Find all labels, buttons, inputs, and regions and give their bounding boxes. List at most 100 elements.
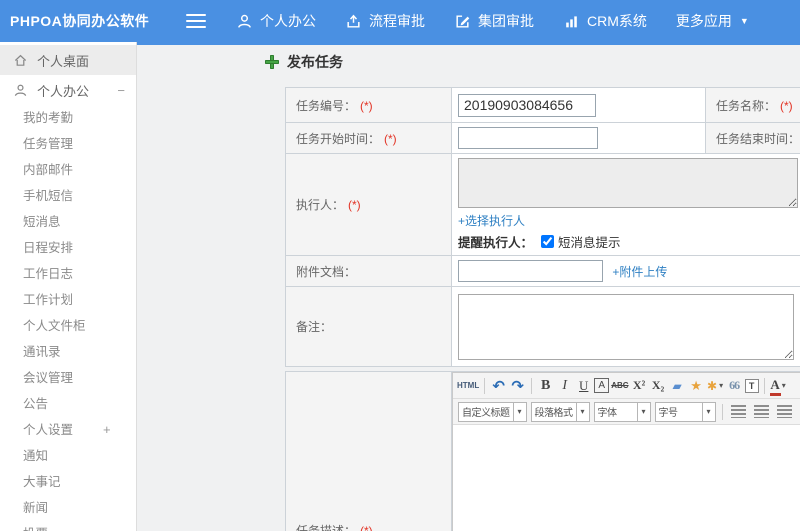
sidebar-item-个人文件柜[interactable]: 个人文件柜 (0, 313, 136, 339)
font-family-select[interactable]: 字体 ▾ (593, 401, 651, 422)
sidebar-item-label: 通讯录 (23, 345, 61, 359)
top-navbar: PHPOA协同办公软件 个人办公 流程审批 集团审批 CRM系统 更多应用 ▼ (0, 0, 800, 42)
redo-icon[interactable]: ↷ (509, 376, 526, 396)
sidebar-item-日程安排[interactable]: 日程安排 (0, 235, 136, 261)
sidebar-item-label: 个人设置 (23, 423, 74, 437)
font-color-button[interactable]: A ▾ (769, 375, 787, 396)
sidebar-item-label: 个人文件柜 (23, 319, 86, 333)
sidebar-item-个人桌面[interactable]: 个人桌面 (0, 45, 136, 75)
attachment-upload-link[interactable]: +附件上传 (612, 263, 667, 280)
sidebar-item-工作日志[interactable]: 工作日志 (0, 261, 136, 287)
italic-button[interactable]: I (556, 376, 573, 396)
note-label: 备注： (296, 320, 333, 334)
font-size-select[interactable]: 字号 ▾ (654, 401, 716, 422)
sidebar-item-公告[interactable]: 公告 (0, 391, 136, 417)
editor-content-area[interactable] (453, 425, 800, 531)
align-center-icon[interactable] (753, 405, 769, 418)
sms-remind-checkbox[interactable] (541, 235, 555, 248)
sidebar-item-手机短信[interactable]: 手机短信 (0, 183, 136, 209)
highlight-a-button[interactable]: A (594, 378, 610, 393)
sidebar-item-大事记[interactable]: 大事记 (0, 469, 136, 495)
required-mark: (*) (384, 131, 397, 146)
choose-executor-link[interactable]: +选择执行人 (458, 212, 525, 229)
nav-item-集团审批[interactable]: 集团审批 (454, 0, 534, 42)
custom-title-select[interactable]: 自定义标题 ▾ (458, 401, 527, 422)
eraser-icon[interactable]: ▰ (669, 376, 686, 396)
note-textarea[interactable] (458, 293, 794, 360)
user-icon (13, 83, 28, 98)
required-mark: (*) (360, 524, 373, 531)
toolbar-separator (721, 403, 723, 420)
bold-button[interactable]: B (537, 376, 554, 396)
app-brand: PHPOA协同办公软件 (10, 13, 150, 29)
caret-down-icon: ▾ (701, 402, 715, 421)
superscript-button[interactable]: X² (631, 376, 648, 396)
chart-icon (563, 13, 580, 30)
caret-down-icon: ▾ (512, 402, 526, 421)
sidebar-item-新闻[interactable]: 新闻 (0, 495, 136, 521)
executor-textarea[interactable] (458, 158, 798, 208)
nav-item-label: 流程审批 (369, 13, 425, 29)
nav-item-label: 个人办公 (260, 13, 316, 29)
attachment-label: 附件文档： (296, 264, 357, 279)
undo-icon[interactable]: ↶ (490, 376, 507, 396)
toolbar-separator (763, 377, 765, 394)
user-icon (236, 13, 253, 30)
collapse-icon[interactable]: − (117, 83, 125, 98)
nav-item-个人办公[interactable]: 个人办公 (236, 0, 316, 42)
html-source-button[interactable]: HTML (457, 376, 479, 396)
format-brush-icon[interactable]: ★ (688, 376, 705, 396)
table-row: 附件文档： +附件上传 (285, 255, 800, 287)
expand-icon[interactable]: + (103, 417, 111, 443)
sidebar-item-label: 工作日志 (23, 267, 74, 281)
sidebar-item-label: 日程安排 (23, 241, 74, 255)
underline-button[interactable]: U (575, 376, 592, 396)
attachment-input[interactable] (458, 260, 603, 282)
select-label: 字号 (658, 408, 679, 419)
align-right-icon[interactable] (776, 405, 792, 418)
editor-toolbar-row2: 自定义标题 ▾ 段落格式 ▾ 字体 ▾ 字号 ▾ (453, 399, 800, 425)
align-left-icon[interactable] (730, 405, 746, 418)
sidebar-item-我的考勤[interactable]: 我的考勤 (0, 105, 136, 131)
paste-button[interactable]: T (744, 378, 759, 393)
required-mark: (*) (780, 98, 793, 113)
table-row: 任务开始时间：(*) 任务结束时间：(*) (285, 122, 800, 154)
subscript-button[interactable]: X₂ (650, 376, 667, 396)
task-no-label: 任务编号： (296, 98, 357, 113)
sidebar-item-label: 个人桌面 (37, 53, 90, 69)
sidebar-item-任务管理[interactable]: 任务管理 (0, 131, 136, 157)
start-time-label: 任务开始时间： (296, 131, 381, 146)
sidebar-item-通知[interactable]: 通知 (0, 443, 136, 469)
required-mark: (*) (360, 98, 373, 113)
required-mark: (*) (348, 198, 361, 212)
main-content: 发布任务 任务编号：(*) 任务名称：(*) 任务开始时间：(*) 任务结束时间… (137, 42, 800, 531)
nav-item-更多应用[interactable]: 更多应用 ▼ (676, 0, 749, 42)
strikethrough-button[interactable]: ABC (611, 376, 628, 396)
sidebar-item-通讯录[interactable]: 通讯录 (0, 339, 136, 365)
toolbar-separator (531, 377, 533, 394)
task-no-input[interactable] (458, 93, 596, 117)
sidebar-item-label: 大事记 (23, 475, 61, 489)
page-title-text: 发布任务 (287, 54, 343, 70)
blockquote-button[interactable]: 66 (726, 376, 743, 396)
caret-down-icon: ▾ (636, 402, 650, 421)
start-time-input[interactable] (458, 127, 598, 149)
nav-item-label: 集团审批 (478, 13, 534, 29)
sidebar-item-工作计划[interactable]: 工作计划 (0, 287, 136, 313)
editor-toolbar-row1: HTML ↶ ↷ B I U A ABC X² X₂ ▰ ★ ✱ ▾ 66 T A ▾ (453, 373, 800, 399)
menu-toggle-icon[interactable] (186, 14, 206, 28)
magic-wand-icon[interactable]: ✱ ▾ (707, 376, 724, 396)
edit-icon (454, 13, 471, 30)
remind-row: 提醒执行人： 短消息提示 (458, 232, 800, 251)
add-task-icon (265, 55, 279, 69)
paragraph-format-select[interactable]: 段落格式 ▾ (530, 401, 590, 422)
sidebar-item-内部邮件[interactable]: 内部邮件 (0, 157, 136, 183)
nav-item-CRM系统[interactable]: CRM系统 (563, 0, 647, 42)
caret-down-icon: ▾ (719, 381, 724, 390)
sidebar-item-个人设置[interactable]: 个人设置 + (0, 417, 136, 443)
sidebar-item-短消息[interactable]: 短消息 (0, 209, 136, 235)
sidebar-item-个人办公[interactable]: 个人办公 − (0, 75, 136, 105)
sidebar-item-会议管理[interactable]: 会议管理 (0, 365, 136, 391)
sidebar-item-投票[interactable]: 投票 (0, 521, 136, 531)
nav-item-流程审批[interactable]: 流程审批 (345, 0, 425, 42)
